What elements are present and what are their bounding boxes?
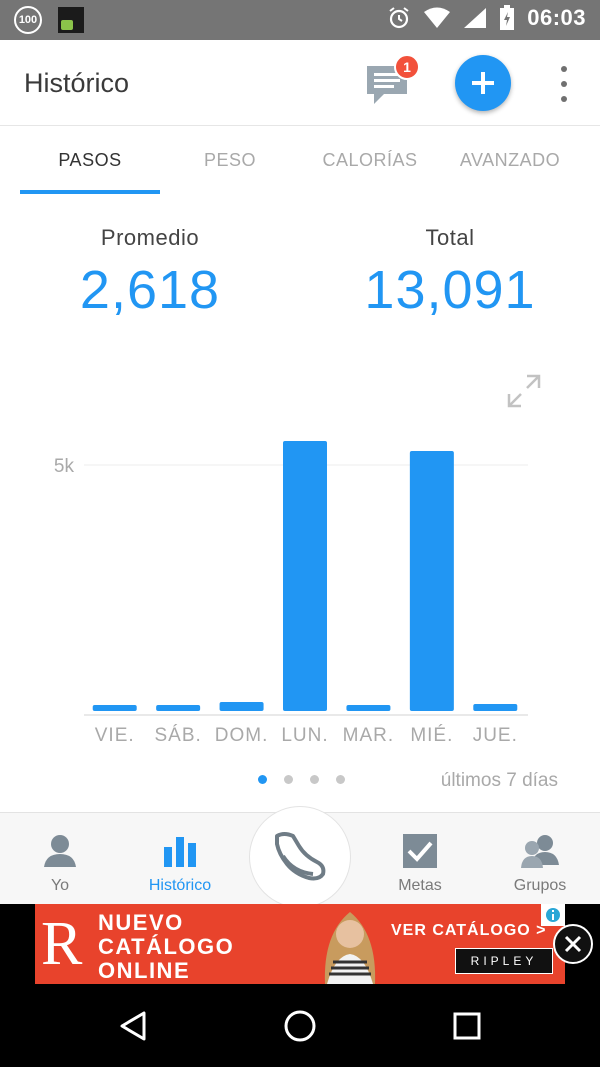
nav-historico[interactable]: Histórico xyxy=(120,813,240,905)
clock: 06:03 xyxy=(527,5,586,30)
ad-close-button[interactable] xyxy=(553,924,593,964)
total-label: Total xyxy=(425,225,475,250)
ad-cta[interactable]: VER CATÁLOGO > xyxy=(391,922,547,940)
page-dot[interactable] xyxy=(336,775,345,784)
shoe-icon xyxy=(275,832,326,881)
x-tick-label: MIÉ. xyxy=(410,725,453,746)
status-bar: 100 06:03 xyxy=(0,0,600,40)
ad-line-3: ONLINE xyxy=(98,958,191,983)
close-icon xyxy=(564,935,582,953)
page-dot[interactable] xyxy=(284,775,293,784)
nav-metas[interactable]: Metas xyxy=(360,813,480,905)
more-vert-icon xyxy=(561,66,567,72)
total-stat: Total 13,091 xyxy=(325,225,575,321)
nav-grupos-label: Grupos xyxy=(513,877,567,894)
bar-chart-icon xyxy=(160,831,200,871)
bar-2 xyxy=(219,702,264,711)
page-dot[interactable] xyxy=(310,775,319,784)
x-tick-label: VIE. xyxy=(95,725,135,746)
x-tick-label: MAR. xyxy=(343,725,395,746)
overflow-menu-button[interactable] xyxy=(552,66,576,102)
x-tick-label: DOM. xyxy=(215,725,269,746)
expand-icon[interactable] xyxy=(506,373,542,409)
bar-1 xyxy=(156,705,201,711)
ad-brand: RIPLEY xyxy=(455,948,553,974)
nav-yo[interactable]: Yo xyxy=(0,813,120,905)
add-button[interactable] xyxy=(455,55,511,111)
system-nav-bar xyxy=(0,986,600,1067)
nav-grupos[interactable]: Grupos xyxy=(480,813,600,905)
y-tick-label: 5k xyxy=(54,456,75,477)
group-icon xyxy=(520,831,560,871)
recents-icon xyxy=(453,1012,481,1040)
x-tick-label: JUE. xyxy=(473,725,518,746)
home-button[interactable] xyxy=(280,1006,320,1046)
tab-avanzado[interactable]: AVANZADO xyxy=(440,126,580,194)
recents-button[interactable] xyxy=(447,1006,487,1046)
ad-line-2: CATÁLOGO xyxy=(98,934,235,959)
back-icon xyxy=(120,1011,146,1041)
app-notification-icon xyxy=(58,7,84,33)
person-icon xyxy=(40,831,80,871)
home-icon xyxy=(284,1010,316,1042)
x-tick-label: LUN. xyxy=(281,725,328,746)
ad-logo: R xyxy=(41,910,83,978)
tab-pasos[interactable]: PASOS xyxy=(20,126,160,194)
bar-3 xyxy=(283,441,327,711)
ad-model-image xyxy=(324,912,376,984)
page-indicator xyxy=(258,775,345,784)
x-tick-label: SÁB. xyxy=(154,725,201,746)
ad-banner[interactable]: R NUEVO CATÁLOGO ONLINE VER CATÁLOGO > R… xyxy=(35,904,565,984)
ad-line-1: NUEVO xyxy=(98,910,184,935)
bar-5 xyxy=(409,451,454,711)
nav-historico-label: Histórico xyxy=(148,877,212,894)
page-title: Histórico xyxy=(24,68,130,98)
average-stat: Promedio 2,618 xyxy=(25,225,275,321)
signal-icon xyxy=(464,8,487,28)
wifi-icon xyxy=(424,7,451,28)
ad-banner-area: R NUEVO CATÁLOGO ONLINE VER CATÁLOGO > R… xyxy=(0,904,600,986)
back-button[interactable] xyxy=(114,1006,154,1046)
tab-bar: PASOS PESO CALORÍAS AVANZADO xyxy=(20,126,580,194)
battery-badge: 100 xyxy=(14,6,42,34)
average-label: Promedio xyxy=(100,225,200,250)
bar-0 xyxy=(92,705,137,711)
tab-calorias[interactable]: CALORÍAS xyxy=(300,126,440,194)
battery-icon xyxy=(500,5,515,30)
average-value: 2,618 xyxy=(79,260,221,320)
total-value: 13,091 xyxy=(364,260,536,320)
messages-badge: 1 xyxy=(394,54,420,80)
plus-icon xyxy=(472,72,494,94)
tab-peso[interactable]: PESO xyxy=(160,126,300,194)
ad-info-icon[interactable] xyxy=(541,904,565,926)
page-dot[interactable] xyxy=(258,775,267,784)
nav-metas-label: Metas xyxy=(398,877,442,894)
bar-4 xyxy=(346,705,391,711)
alarm-icon xyxy=(389,7,409,29)
range-label: últimos 7 días xyxy=(440,770,558,791)
nav-yo-label: Yo xyxy=(50,877,70,894)
activity-button[interactable] xyxy=(249,806,351,908)
checkbox-icon xyxy=(400,831,440,871)
bar-6 xyxy=(473,704,518,711)
